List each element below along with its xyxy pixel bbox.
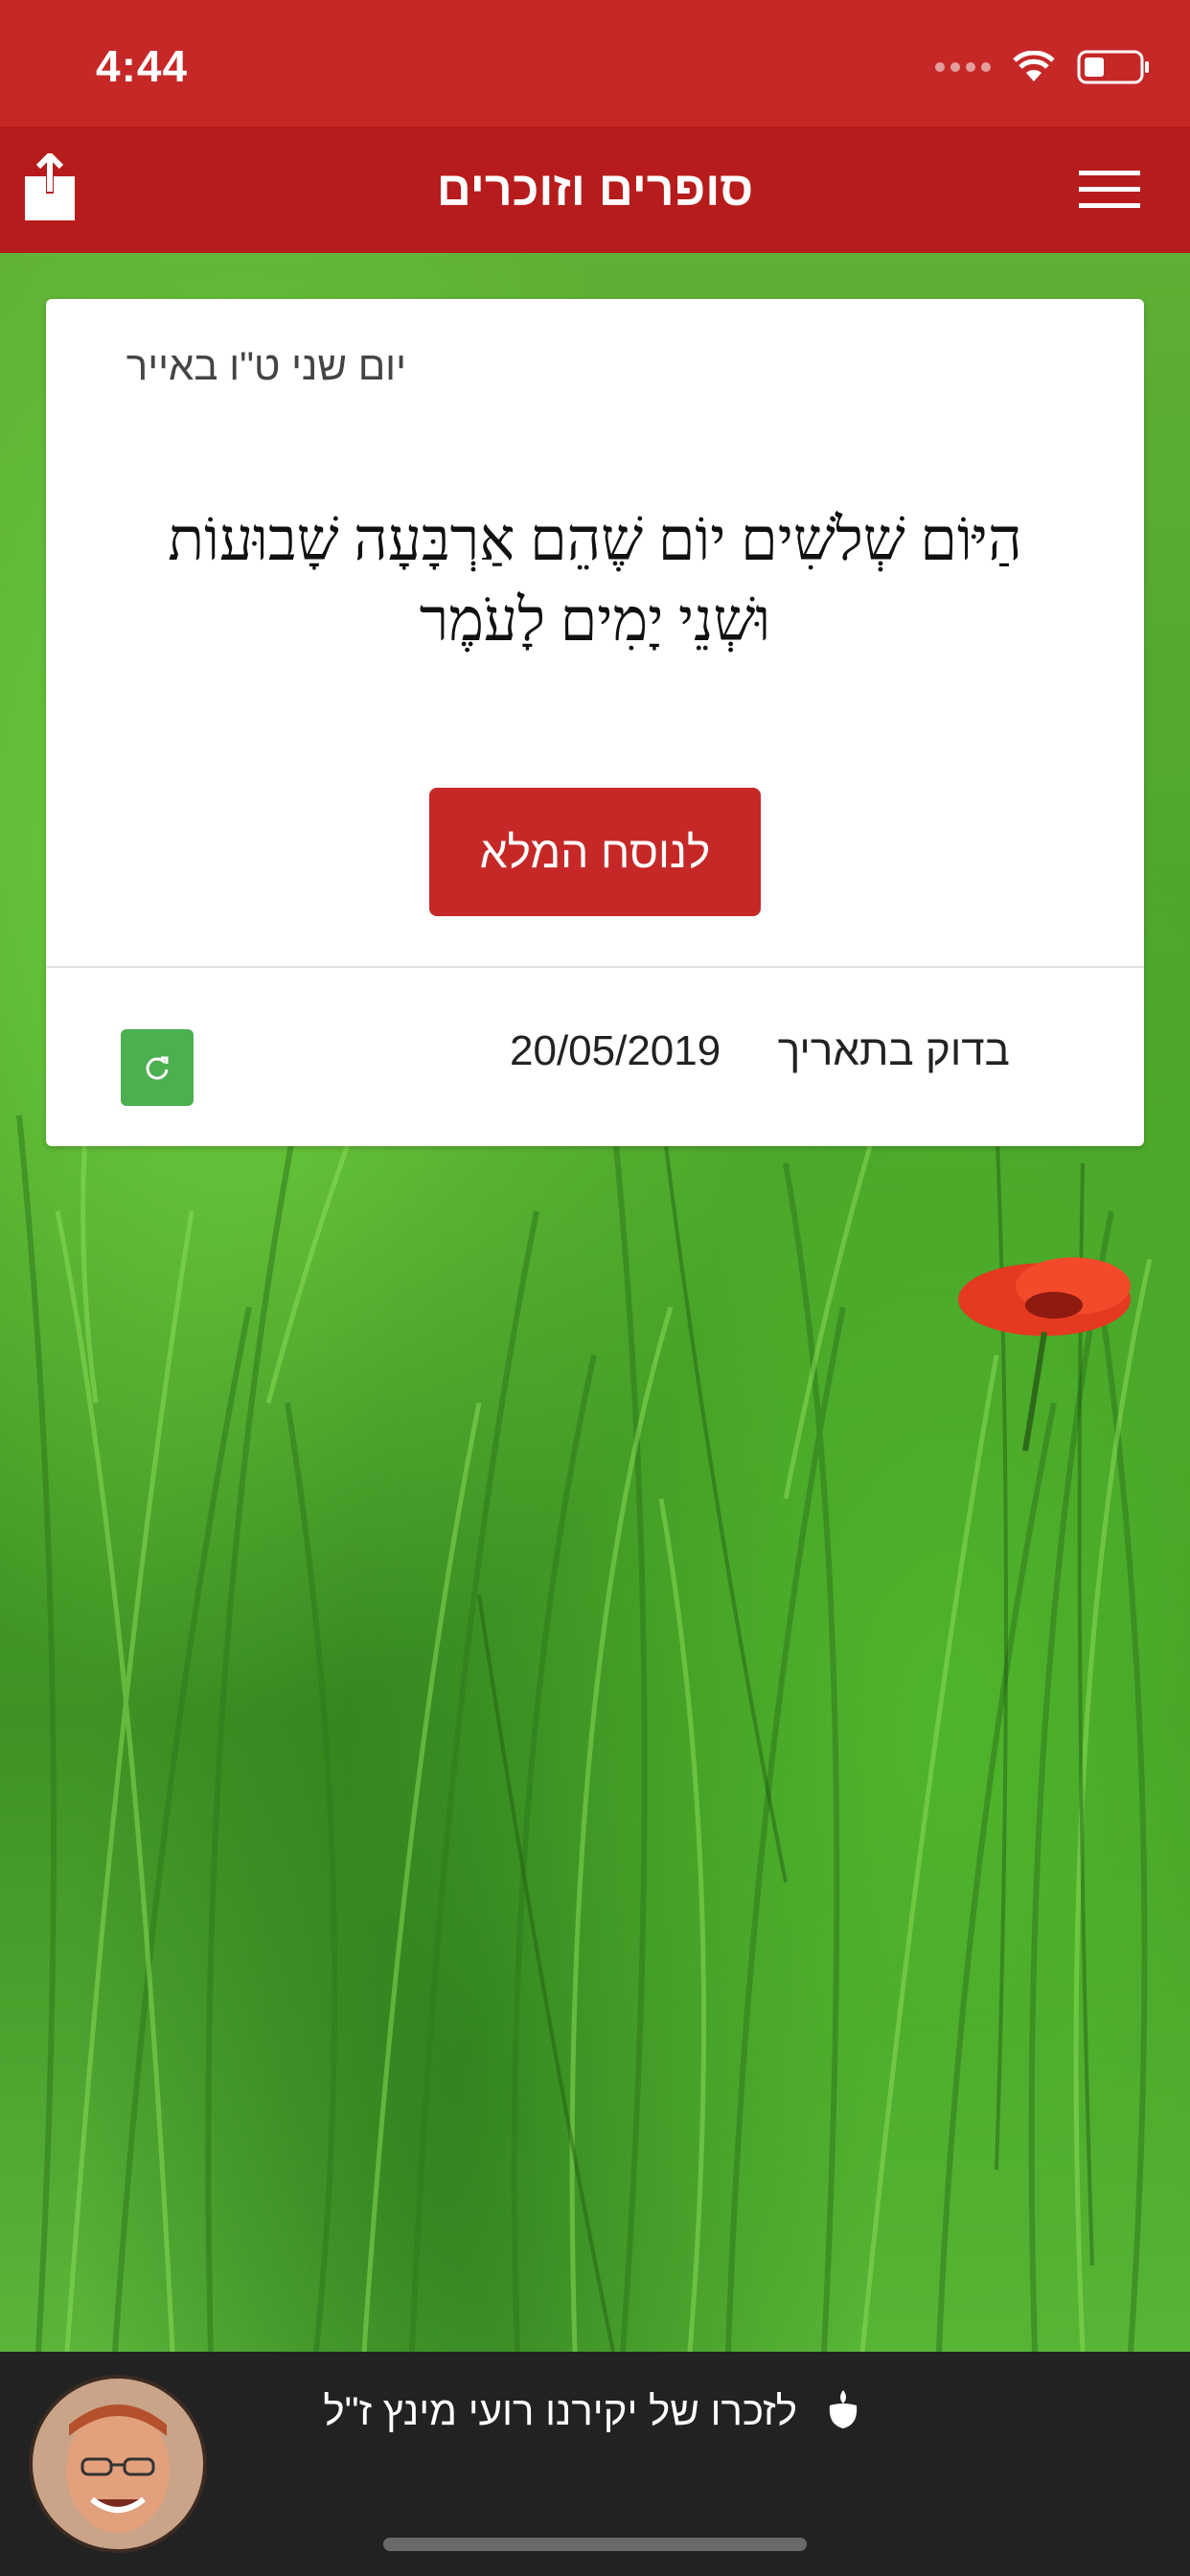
home-indicator[interactable] [383,2538,807,2551]
memorial-text: לזכרו של יקירנו רועי מינץ ז"ל [323,2388,797,2433]
check-date-label: בדוק בתאריך [777,1027,1010,1074]
candle-icon [829,2390,858,2428]
app-header: סופרים וזוכרים [0,126,1190,253]
menu-icon[interactable] [1079,169,1140,211]
full-text-button[interactable]: לנוסח המלא [429,788,761,916]
wifi-icon [1013,51,1055,81]
poppy-flower [958,1257,1131,1451]
signal-icon [935,62,991,72]
refresh-button[interactable] [121,1029,194,1106]
hebrew-date: יום שני ט"ו באייר [126,343,406,388]
status-time: 4:44 [96,41,189,91]
check-date-field[interactable]: 20/05/2019 [510,1027,721,1075]
date-check-row: בדוק בתאריך 20/05/2019 [46,968,1144,1146]
page-title: סופרים וזוכרים [436,162,754,216]
status-indicators [935,50,1152,84]
battery-icon [1077,50,1149,84]
refresh-icon [146,1056,169,1080]
omer-count-text: הַיּוֹם שְׁלֹשִׁים יוֹם שֶׁהֵם אַרְבָּעָ… [168,508,1022,654]
avatar [29,2375,207,2553]
omer-card: יום שני ט"ו באייר הַיּוֹם שְׁלֹשִׁים יוֹ… [46,299,1144,1146]
status-bar: 4:44 [0,0,1190,126]
